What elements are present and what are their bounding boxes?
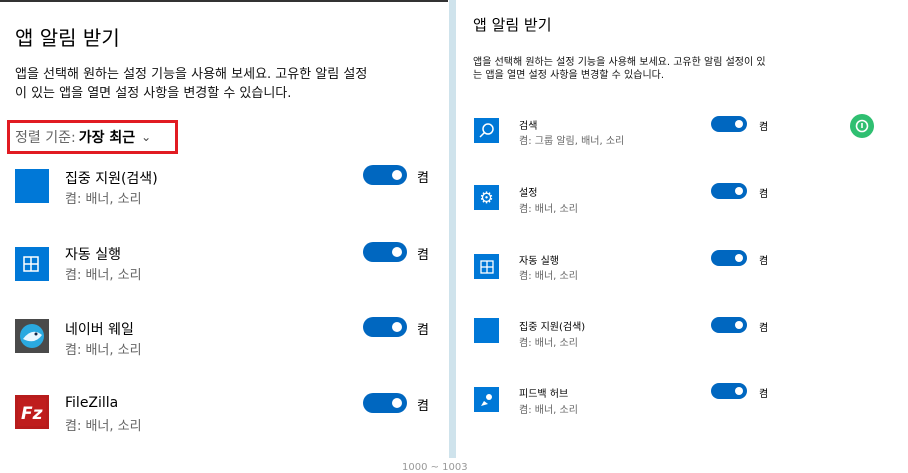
naver-whale-icon bbox=[15, 319, 49, 353]
toggle-knob bbox=[735, 120, 743, 128]
footer-caption: 1000 ~ 1003 bbox=[402, 462, 468, 473]
sort-value: 가장 최근 bbox=[78, 130, 136, 146]
blank-square-icon bbox=[15, 169, 49, 203]
toggle-state-label: 켬 bbox=[759, 389, 769, 400]
toggle-knob bbox=[735, 387, 743, 395]
app-name: 자동 실행 bbox=[519, 256, 559, 267]
notification-toggle[interactable] bbox=[363, 317, 407, 337]
app-status: 켬: 배너, 소리 bbox=[519, 271, 578, 282]
notification-toggle[interactable] bbox=[363, 165, 407, 185]
notification-toggle[interactable] bbox=[363, 242, 407, 262]
description-line-2: 이 있는 앱을 열면 설정 사항을 변경할 수 있습니다. bbox=[15, 85, 292, 101]
toggle-knob bbox=[392, 398, 402, 408]
toggle-knob bbox=[735, 254, 743, 262]
toggle-knob bbox=[392, 247, 402, 257]
toggle-state-label: 켬 bbox=[417, 171, 429, 186]
app-name: 집중 지원(검색) bbox=[65, 171, 158, 187]
app-name: 네이버 웨일 bbox=[65, 322, 134, 338]
page-title: 앱 알림 받기 bbox=[15, 26, 120, 50]
right-settings-panel: 앱 알림 받기 앱을 선택해 원하는 설정 기능을 사용해 보세요. 고유한 알… bbox=[458, 0, 908, 472]
blank-square-icon bbox=[474, 318, 499, 343]
notification-toggle[interactable] bbox=[711, 183, 747, 199]
toggle-state-label: 켬 bbox=[417, 323, 429, 338]
panel-divider bbox=[449, 0, 456, 458]
page-title: 앱 알림 받기 bbox=[473, 16, 552, 34]
description-line-1: 앱을 선택해 원하는 설정 기능을 사용해 보세요. 고유한 알림 설정이 있 bbox=[473, 57, 766, 68]
svg-text:Fz: Fz bbox=[21, 404, 43, 424]
description-line-2: 는 앱을 열면 설정 사항을 변경할 수 있습니다. bbox=[473, 70, 665, 81]
app-name: 피드백 허브 bbox=[519, 389, 569, 400]
gear-icon: ⚙ bbox=[474, 185, 499, 210]
top-border bbox=[0, 0, 448, 2]
feedback-hub-icon bbox=[474, 387, 499, 412]
toggle-state-label: 켬 bbox=[417, 399, 429, 414]
description-line-1: 앱을 선택해 원하는 설정 기능을 사용해 보세요. 고유한 알림 설정 bbox=[15, 67, 368, 82]
app-status: 켬: 배너, 소리 bbox=[65, 268, 142, 283]
notification-toggle[interactable] bbox=[711, 383, 747, 399]
app-status: 켬: 배너, 소리 bbox=[519, 338, 578, 349]
app-status: 켬: 그룹 알림, 배너, 소리 bbox=[519, 136, 625, 147]
app-name: 집중 지원(검색) bbox=[519, 322, 586, 333]
toggle-knob bbox=[735, 187, 743, 195]
app-status: 켬: 배너, 소리 bbox=[519, 405, 578, 416]
toggle-knob bbox=[392, 170, 402, 180]
sort-label: 정렬 기준: bbox=[15, 130, 76, 146]
toggle-knob bbox=[392, 322, 402, 332]
filezilla-icon: Fz bbox=[15, 395, 49, 429]
left-settings-panel: 앱 알림 받기 앱을 선택해 원하는 설정 기능을 사용해 보세요. 고유한 알… bbox=[0, 0, 448, 472]
toggle-state-label: 켬 bbox=[759, 189, 769, 200]
app-name: 자동 실행 bbox=[65, 247, 121, 263]
app-status: 켬: 배너, 소리 bbox=[65, 419, 142, 434]
notification-toggle[interactable] bbox=[363, 393, 407, 413]
notification-toggle[interactable] bbox=[711, 250, 747, 266]
search-icon bbox=[474, 118, 499, 143]
notification-toggle[interactable] bbox=[711, 116, 747, 132]
app-status: 켬: 배너, 소리 bbox=[519, 204, 578, 215]
toggle-knob bbox=[735, 321, 743, 329]
page-description: 앱을 선택해 원하는 설정 기능을 사용해 보세요. 고유한 알림 설정이 있 … bbox=[473, 56, 766, 82]
sort-dropdown[interactable]: 정렬 기준: 가장 최근 ⌄ bbox=[7, 120, 178, 154]
toggle-state-label: 켬 bbox=[759, 323, 769, 334]
app-name: 설정 bbox=[519, 188, 538, 199]
app-status: 켬: 배너, 소리 bbox=[65, 192, 142, 207]
chevron-down-icon: ⌄ bbox=[141, 130, 152, 144]
toggle-state-label: 켬 bbox=[759, 122, 769, 133]
toggle-state-label: 켬 bbox=[759, 256, 769, 267]
app-name: FileZilla bbox=[65, 395, 119, 411]
autoplay-icon bbox=[15, 247, 49, 281]
notification-toggle[interactable] bbox=[711, 317, 747, 333]
autoplay-icon bbox=[474, 254, 499, 279]
app-status: 켬: 배너, 소리 bbox=[65, 343, 142, 358]
app-name: 검색 bbox=[519, 121, 538, 132]
search-badge-icon[interactable] bbox=[850, 114, 874, 138]
toggle-state-label: 켬 bbox=[417, 248, 429, 263]
page-description: 앱을 선택해 원하는 설정 기능을 사용해 보세요. 고유한 알림 설정 이 있… bbox=[15, 66, 367, 104]
